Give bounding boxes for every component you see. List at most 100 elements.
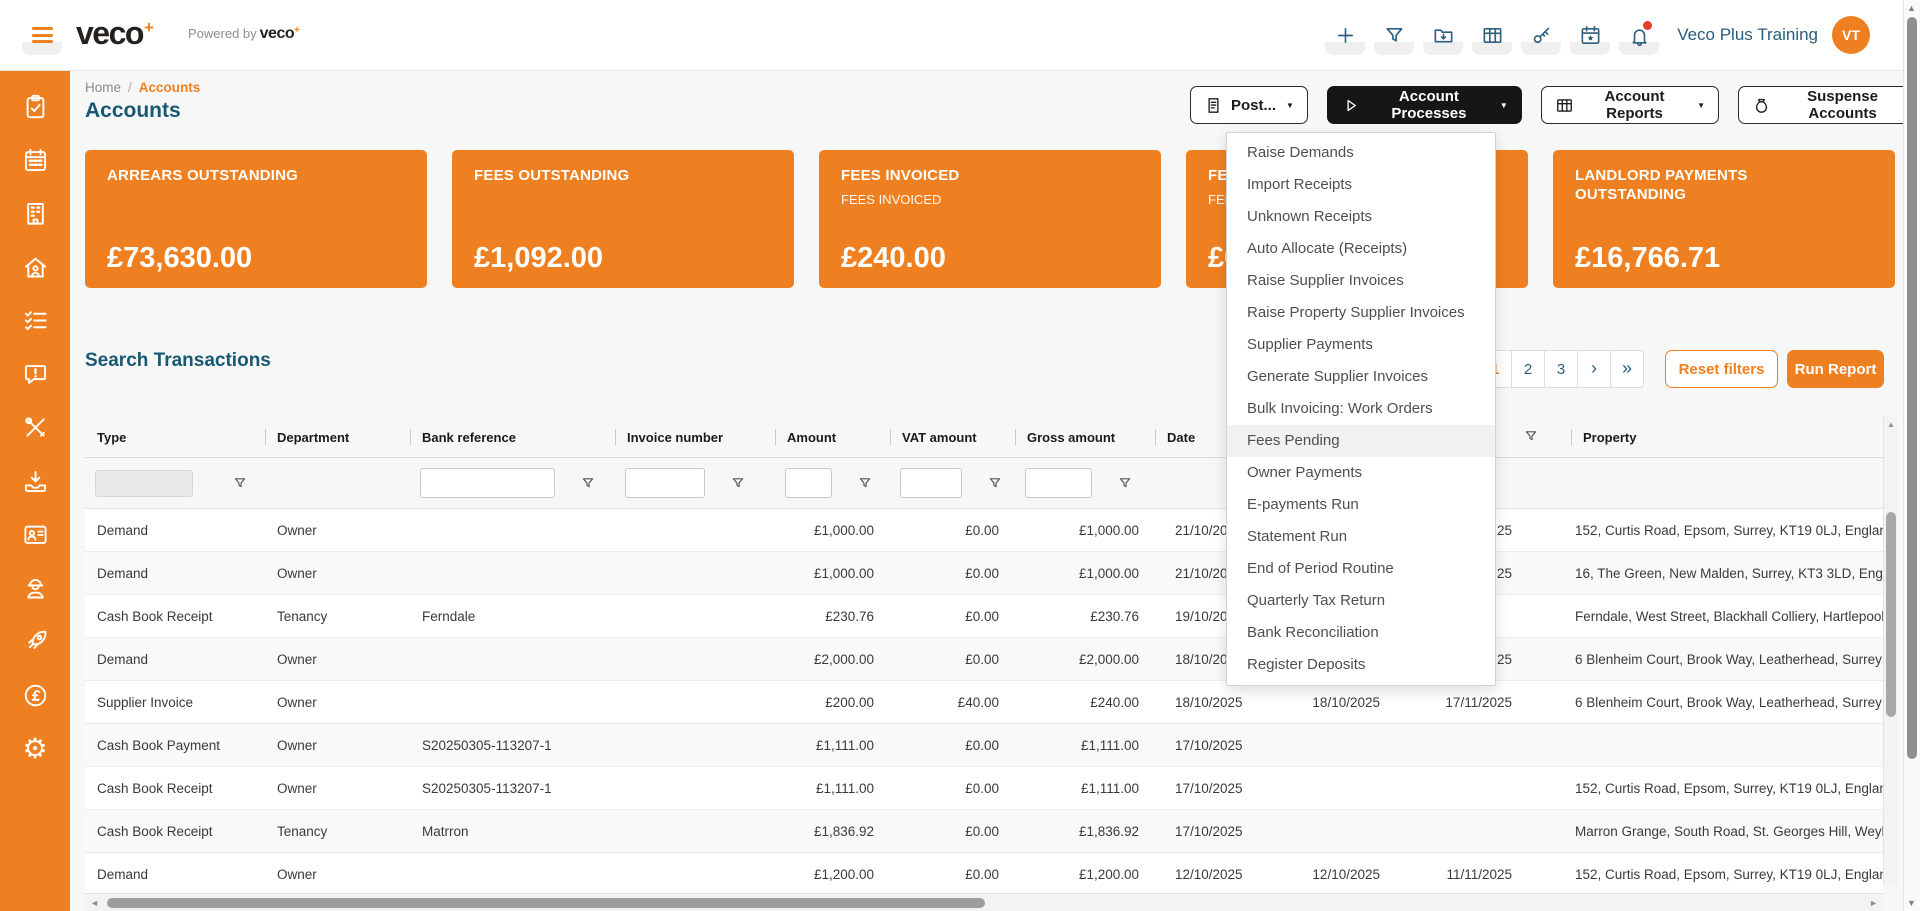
menu-item-raise-demands[interactable]: Raise Demands bbox=[1227, 137, 1495, 169]
column-header-vat-amount[interactable]: VAT amount bbox=[890, 417, 1015, 457]
menu-item-supplier-payments[interactable]: Supplier Payments bbox=[1227, 329, 1495, 361]
page-scroll-up-icon[interactable]: ▲ bbox=[1907, 3, 1916, 13]
filter-gross-amount-funnel-icon[interactable] bbox=[1118, 476, 1132, 490]
menu-item-bulk-invoicing-work-orders[interactable]: Bulk Invoicing: Work Orders bbox=[1227, 393, 1495, 425]
column-header-invoice-number[interactable]: Invoice number bbox=[615, 417, 775, 457]
sidebar-item-settings[interactable]: ⚙ bbox=[0, 722, 70, 776]
filter-invoice-number-input[interactable] bbox=[625, 468, 705, 498]
sidebar-item-worklist[interactable] bbox=[0, 294, 70, 348]
menu-toggle-button[interactable] bbox=[22, 15, 62, 55]
sidebar-item-maintenance[interactable] bbox=[0, 401, 70, 455]
filter-type-funnel-icon[interactable] bbox=[233, 476, 247, 490]
cell-property: 152, Curtis Road, Epsom, Surrey, KT19 0L… bbox=[1571, 509, 1883, 551]
cell-date-2 bbox=[1290, 724, 1400, 766]
menu-item-auto-allocate-receipts[interactable]: Auto Allocate (Receipts) bbox=[1227, 233, 1495, 265]
cell-bank-reference: Ferndale bbox=[410, 595, 615, 637]
column-header-type[interactable]: Type bbox=[85, 417, 265, 457]
ledger-button[interactable] bbox=[1472, 15, 1513, 55]
page-scroll-down-icon[interactable]: ▼ bbox=[1907, 898, 1916, 908]
sidebar-item-calendar[interactable] bbox=[0, 134, 70, 188]
filter-amount-input[interactable] bbox=[785, 468, 832, 498]
menu-item-quarterly-tax-return[interactable]: Quarterly Tax Return bbox=[1227, 585, 1495, 617]
next-page-button[interactable]: › bbox=[1577, 350, 1611, 388]
suspense-accounts-button[interactable]: Suspense Accounts bbox=[1738, 86, 1920, 124]
last-page-button[interactable]: » bbox=[1610, 350, 1644, 388]
horizontal-scroll-thumb[interactable] bbox=[107, 898, 985, 908]
menu-item-raise-property-supplier-invoices[interactable]: Raise Property Supplier Invoices bbox=[1227, 297, 1495, 329]
add-button[interactable] bbox=[1325, 15, 1366, 55]
diary-button[interactable] bbox=[1570, 15, 1611, 55]
table-vertical-scrollbar[interactable]: ▲ bbox=[1883, 417, 1898, 885]
vertical-scroll-thumb[interactable] bbox=[1886, 512, 1896, 717]
sidebar-item-contractors[interactable] bbox=[0, 562, 70, 616]
column-header-bank-reference[interactable]: Bank reference bbox=[410, 417, 615, 457]
export-button[interactable] bbox=[1423, 15, 1464, 55]
transaction-row[interactable]: Demand Owner £1,000.00 £0.00 £1,000.00 21/10/… bbox=[85, 552, 1883, 595]
kpi-card-fees-outstanding[interactable]: FEES OUTSTANDING £1,092.00 bbox=[452, 150, 794, 288]
post-button[interactable]: Post... ▼ bbox=[1190, 86, 1308, 124]
table-horizontal-scrollbar[interactable]: ◄ ► bbox=[85, 893, 1883, 911]
keys-button[interactable] bbox=[1521, 15, 1562, 55]
page-scrollbar[interactable]: ▲ ▼ bbox=[1903, 0, 1920, 911]
menu-item-import-receipts[interactable]: Import Receipts bbox=[1227, 169, 1495, 201]
menu-item-generate-supplier-invoices[interactable]: Generate Supplier Invoices bbox=[1227, 361, 1495, 393]
sidebar-item-tasks[interactable] bbox=[0, 80, 70, 134]
account-name[interactable]: Veco Plus Training bbox=[1677, 25, 1818, 45]
sidebar-item-marketing[interactable] bbox=[0, 615, 70, 669]
transaction-row[interactable]: Demand Owner £2,000.00 £0.00 £2,000.00 18/10/… bbox=[85, 638, 1883, 681]
menu-item-register-deposits[interactable]: Register Deposits bbox=[1227, 649, 1495, 681]
sidebar-item-accounts[interactable] bbox=[0, 669, 70, 723]
account-processes-button[interactable]: Account Processes ▼ bbox=[1326, 86, 1522, 124]
transaction-row[interactable]: Demand Owner £1,200.00 £0.00 £1,200.00 12/10/… bbox=[85, 853, 1883, 896]
kpi-card-landlord-payments-outstanding[interactable]: LANDLORD PAYMENTS OUTSTANDING £16,766.71 bbox=[1553, 150, 1895, 288]
menu-item-owner-payments[interactable]: Owner Payments bbox=[1227, 457, 1495, 489]
filter-invoice-number-funnel-icon[interactable] bbox=[731, 476, 745, 490]
sidebar-item-lettings[interactable] bbox=[0, 241, 70, 295]
breadcrumb-home[interactable]: Home bbox=[85, 80, 121, 95]
transaction-row[interactable]: Cash Book Payment Owner S20250305-113207-1… bbox=[85, 724, 1883, 767]
column-header-gross-amount[interactable]: Gross amount bbox=[1015, 417, 1155, 457]
menu-item-e-payments-run[interactable]: E-payments Run bbox=[1227, 489, 1495, 521]
hidden-column-filter-icon[interactable] bbox=[1524, 429, 1538, 448]
transaction-row[interactable]: Cash Book Receipt Tenancy Ferndale £230.76 £… bbox=[85, 595, 1883, 638]
menu-item-raise-supplier-invoices[interactable]: Raise Supplier Invoices bbox=[1227, 265, 1495, 297]
filter-amount-funnel-icon[interactable] bbox=[858, 476, 872, 490]
column-header-amount[interactable]: Amount bbox=[775, 417, 890, 457]
transaction-row[interactable]: Demand Owner £1,000.00 £0.00 £1,000.00 21/10/… bbox=[85, 509, 1883, 552]
account-reports-button[interactable]: Account Reports ▼ bbox=[1540, 86, 1720, 124]
column-header-label: Type bbox=[97, 429, 127, 445]
menu-item-end-of-period-routine[interactable]: End of Period Routine bbox=[1227, 553, 1495, 585]
page-scroll-thumb[interactable] bbox=[1907, 17, 1917, 759]
menu-item-statement-run[interactable]: Statement Run bbox=[1227, 521, 1495, 553]
transaction-row[interactable]: Cash Book Receipt Tenancy Matrron £1,836.92… bbox=[85, 810, 1883, 853]
transaction-row[interactable]: Cash Book Receipt Owner S20250305-113207-1… bbox=[85, 767, 1883, 810]
filter-button[interactable] bbox=[1374, 15, 1415, 55]
filter-vat-amount-funnel-icon[interactable] bbox=[988, 476, 1002, 490]
menu-item-fees-pending[interactable]: Fees Pending bbox=[1227, 425, 1495, 457]
scroll-up-icon[interactable]: ▲ bbox=[1887, 420, 1895, 429]
filter-type-input[interactable] bbox=[95, 469, 193, 497]
kpi-card-arrears-outstanding[interactable]: ARREARS OUTSTANDING £73,630.00 bbox=[85, 150, 427, 288]
scroll-right-icon[interactable]: ► bbox=[1869, 898, 1878, 908]
run-report-button[interactable]: Run Report bbox=[1787, 350, 1884, 388]
page-2-button[interactable]: 2 bbox=[1511, 350, 1545, 388]
column-header-department[interactable]: Department bbox=[265, 417, 410, 457]
filter-vat-amount-input[interactable] bbox=[900, 468, 962, 498]
sidebar-item-messages[interactable] bbox=[0, 348, 70, 402]
filter-bank-reference-input[interactable] bbox=[420, 468, 555, 498]
filter-bank-reference-funnel-icon[interactable] bbox=[581, 476, 595, 490]
menu-item-bank-reconciliation[interactable]: Bank Reconciliation bbox=[1227, 617, 1495, 649]
column-header-property[interactable]: Property bbox=[1571, 417, 1883, 457]
scroll-left-icon[interactable]: ◄ bbox=[90, 898, 99, 908]
sidebar-item-contacts[interactable] bbox=[0, 508, 70, 562]
notifications-button[interactable] bbox=[1619, 15, 1660, 55]
page-3-button[interactable]: 3 bbox=[1544, 350, 1578, 388]
sidebar-item-properties[interactable] bbox=[0, 187, 70, 241]
menu-item-unknown-receipts[interactable]: Unknown Receipts bbox=[1227, 201, 1495, 233]
avatar[interactable]: VT bbox=[1832, 16, 1870, 54]
kpi-card-fees-invoiced[interactable]: FEES INVOICED FEES INVOICED £240.00 bbox=[819, 150, 1161, 288]
reset-filters-button[interactable]: Reset filters bbox=[1665, 350, 1778, 388]
sidebar-item-imports[interactable] bbox=[0, 455, 70, 509]
transaction-row[interactable]: Supplier Invoice Owner £200.00 £40.00 £240.0… bbox=[85, 681, 1883, 724]
filter-gross-amount-input[interactable] bbox=[1025, 468, 1092, 498]
